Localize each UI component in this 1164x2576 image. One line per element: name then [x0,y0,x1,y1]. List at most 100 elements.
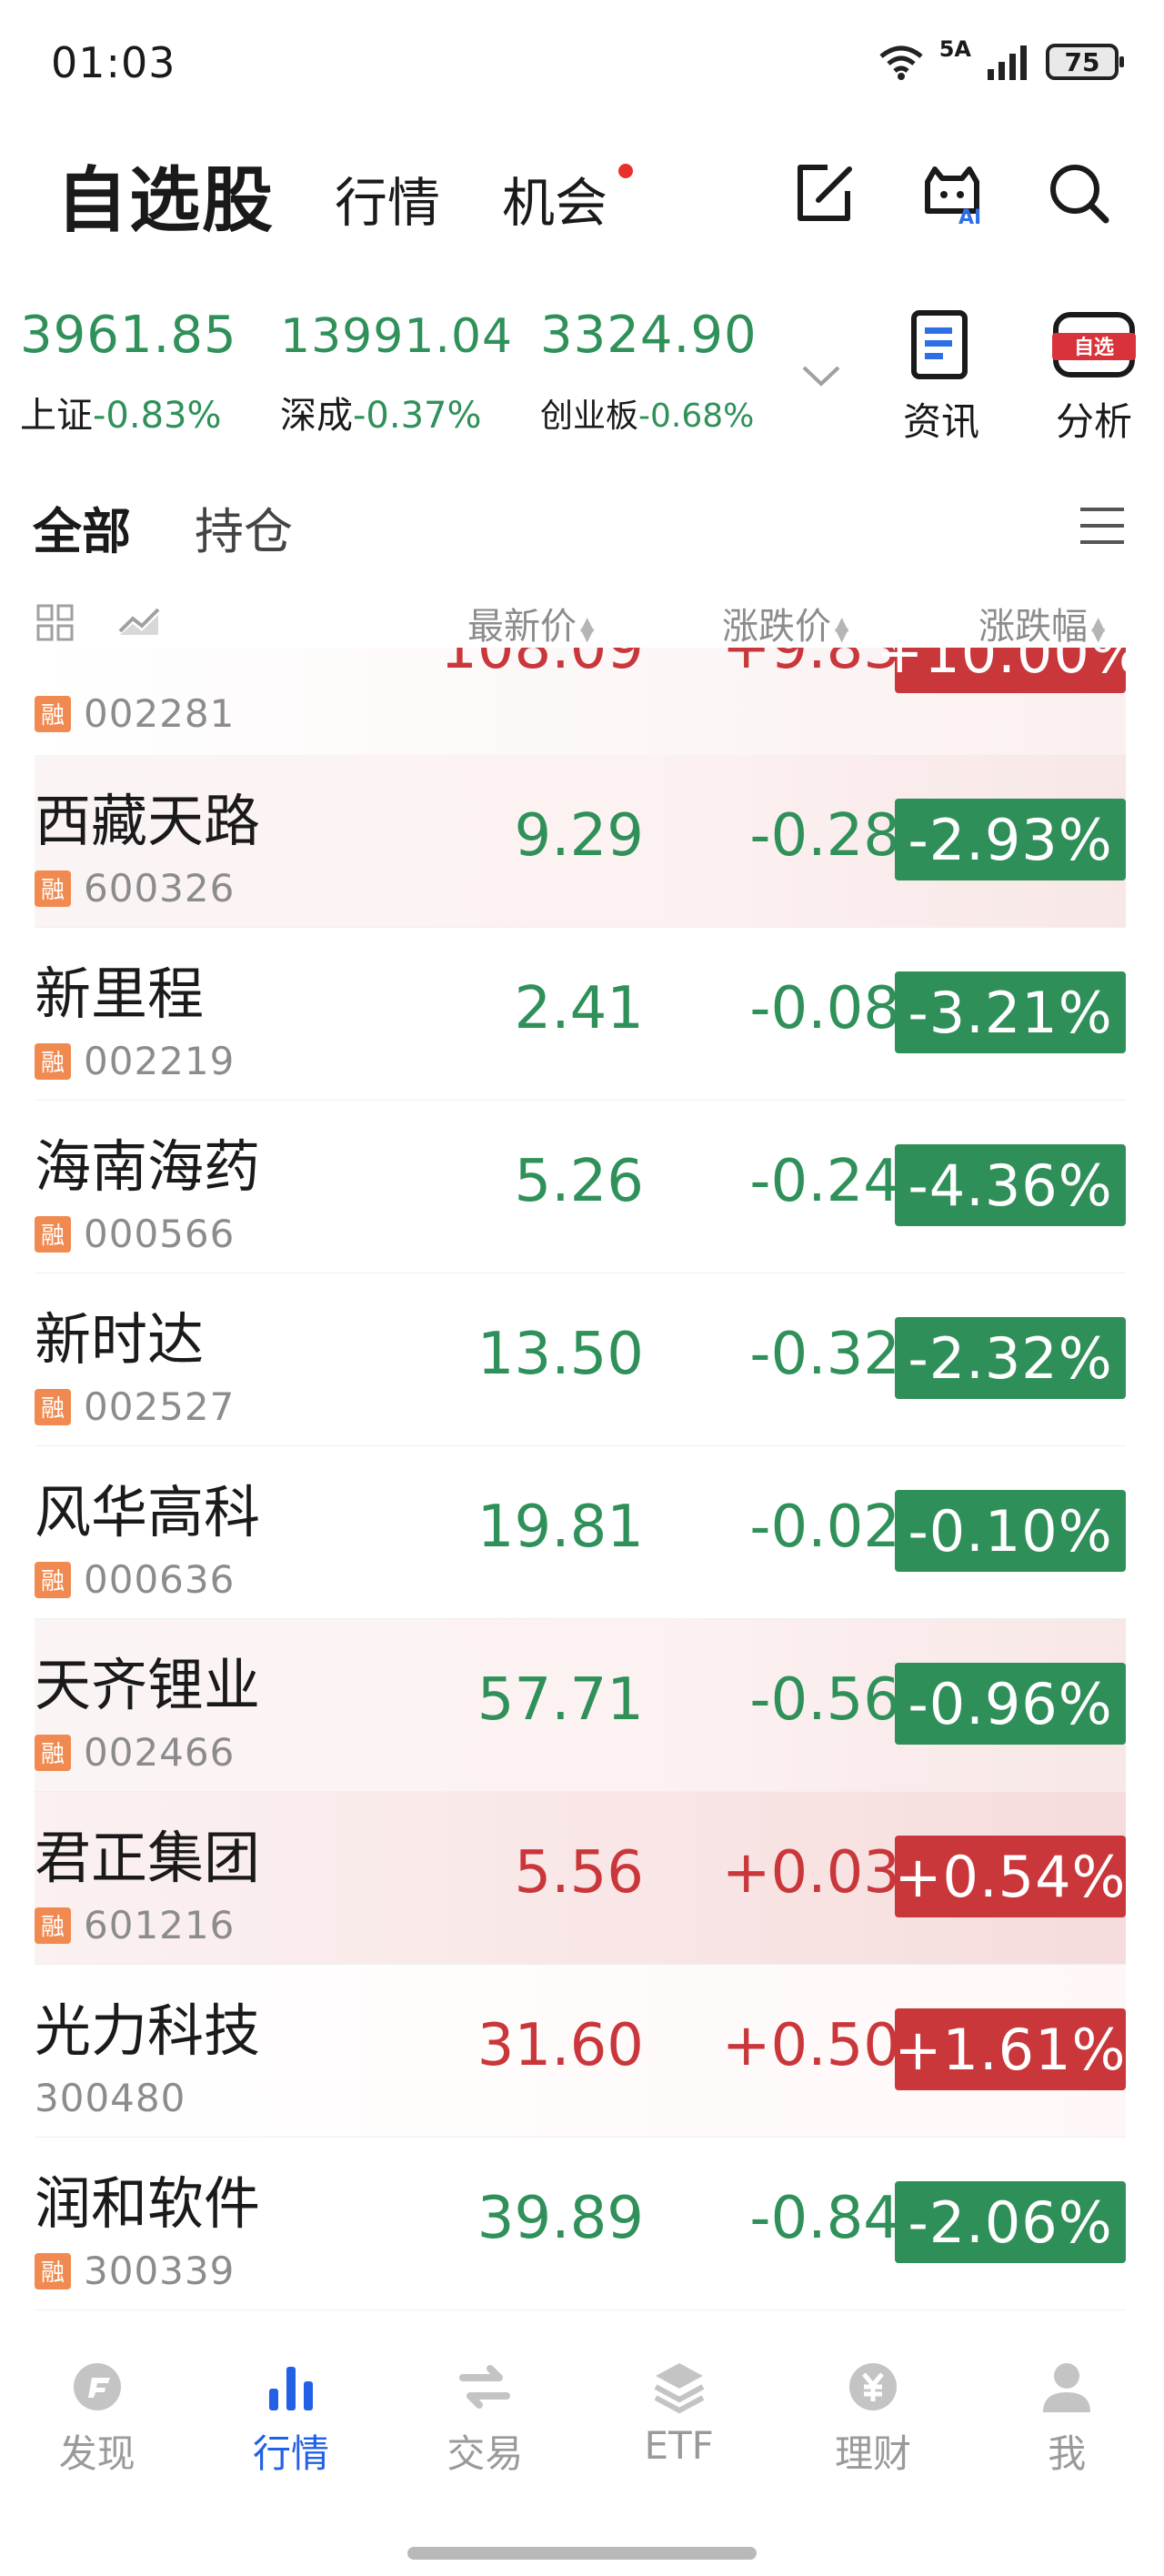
stock-change: -0.02 [749,1494,900,1561]
stock-pct: -4.36% [895,1144,1126,1226]
table-row[interactable]: 润和软件 融 300339 39.89 -0.84 -2.06% [35,2138,1126,2310]
edit-icon[interactable] [791,160,858,227]
stock-change: -0.84 [749,2185,900,2252]
stock-change: -0.32 [749,1321,900,1388]
stock-change: -0.24 [749,1148,900,1215]
status-time: 01:03 [51,38,176,87]
column-price-label: 最新价 [467,606,577,648]
stock-name: 君正集团 [35,1825,261,1891]
stock-code: 002219 [84,1039,236,1083]
trade-arrows-icon [459,2365,511,2409]
nav-profile[interactable]: 我 [970,2343,1164,2489]
table-row[interactable]: 风华高科 融 000636 19.81 -0.02 -0.10% [35,1446,1126,1619]
menu-icon[interactable] [1079,506,1126,546]
nav-etf[interactable]: ETF [582,2343,776,2489]
index-label-chinext[interactable]: 创业板-0.68% [540,389,754,437]
chevron-down-icon[interactable] [800,362,842,389]
stock-price: 2.41 [514,975,645,1042]
table-row[interactable]: 新时达 融 002527 13.50 -0.32 -2.32% [35,1273,1126,1446]
trend-view-icon[interactable] [118,604,162,637]
stock-code: 600326 [84,866,236,911]
index-change: -0.37% [353,395,482,437]
ai-robot-icon[interactable]: AI [918,160,986,227]
margin-badge: 融 [35,1215,71,1253]
column-price[interactable]: 最新价 ▲ ▼ [467,597,594,649]
network-label: 5A [938,36,971,62]
column-pct[interactable]: 涨跌幅 ▲ ▼ [978,597,1105,649]
index-value-chinext[interactable]: 3324.90 [540,306,758,365]
stock-code: 002281 [84,691,236,736]
table-row-partial[interactable]: 融 002281 108.09 +9.83 +10.00% [35,648,1126,756]
stock-name: 润和软件 [35,2170,261,2237]
nav-etf-label: ETF [644,2423,714,2468]
table-row[interactable]: 光力科技 300480 31.60 +0.50 +1.61% [35,1965,1126,2138]
news-button[interactable]: 资讯 [891,309,991,447]
nav-trade[interactable]: 交易 [388,2343,582,2489]
stock-code: 601216 [84,1903,236,1947]
margin-badge: 融 [35,1388,71,1425]
column-change[interactable]: 涨跌价 ▲ ▼ [722,597,848,649]
tab-opportunity[interactable]: 机会 [502,160,607,236]
grid-view-icon[interactable] [36,604,75,642]
stock-code: 300480 [35,2076,186,2120]
profile-icon [1043,2363,1091,2412]
nav-profile-label: 我 [1048,2431,1087,2476]
nav-wealth-label: 理财 [834,2431,911,2476]
search-icon[interactable] [1046,160,1113,227]
index-name: 创业板 [540,397,639,435]
stock-price: 5.26 [514,1148,645,1215]
analysis-button[interactable]: 自选 分析 [1044,309,1144,447]
stock-name: 风华高科 [35,1479,261,1545]
page-title[interactable]: 自选股 [56,144,275,246]
tab-all[interactable]: 全部 [33,491,131,563]
stock-change: -0.08 [749,975,900,1042]
stock-pct: +10.00% [876,648,1126,693]
margin-badge: 融 [35,1734,71,1771]
stock-name: 西藏天路 [35,788,261,854]
svg-text:AI: AI [958,206,981,227]
battery-level: 75 [1064,46,1100,77]
nav-market[interactable]: 行情 [194,2343,387,2489]
analysis-label: 分析 [1055,399,1132,444]
news-label: 资讯 [902,399,979,444]
stock-name: 光力科技 [35,1997,261,2064]
stock-code: 000636 [84,1557,236,1602]
nav-wealth[interactable]: 理财 [776,2343,969,2489]
margin-badge: 融 [35,2252,71,2289]
etf-layers-icon [654,2363,705,2414]
stock-code: 000566 [84,1212,236,1256]
nav-discover[interactable]: 发现 [0,2343,194,2489]
table-row[interactable]: 西藏天路 融 600326 9.29 -0.28 -2.93% [35,755,1126,928]
analysis-badge-icon: 自选 [1052,312,1136,377]
nav-trade-label: 交易 [447,2431,524,2476]
notification-dot [618,164,633,178]
sort-icon: ▲ ▼ [835,612,849,645]
discover-icon [73,2363,121,2410]
stock-name: 新时达 [35,1306,205,1373]
table-row[interactable]: 新里程 融 002219 2.41 -0.08 -3.21% [35,928,1126,1101]
margin-badge: 融 [35,1907,71,1944]
stock-change: -0.56 [749,1666,900,1734]
tab-market[interactable]: 行情 [335,160,440,236]
index-value-shanghai[interactable]: 3961.85 [20,306,237,365]
index-value-shenzhen[interactable]: 13991.04 [280,309,513,364]
analysis-badge-text: 自选 [1074,336,1114,359]
stock-price: 108.09 [440,648,644,682]
table-row[interactable]: 海南海药 融 000566 5.26 -0.24 -4.36% [35,1101,1126,1273]
stock-pct: -2.06% [895,2181,1126,2263]
signal-icon [988,45,1027,80]
stock-pct: -0.96% [895,1663,1126,1745]
battery-icon: 75 [1046,44,1124,80]
table-row[interactable]: 君正集团 融 601216 5.56 +0.03 +0.54% [35,1792,1126,1965]
table-row[interactable]: 天齐锂业 融 002466 57.71 -0.56 -0.96% [35,1619,1126,1792]
index-label-shenzhen[interactable]: 深成-0.37% [280,386,482,438]
market-chart-icon [268,2367,313,2410]
home-indicator[interactable] [407,2547,757,2560]
stock-price: 39.89 [477,2185,644,2252]
stock-change: +0.03 [721,1839,900,1907]
tab-holdings[interactable]: 持仓 [195,491,293,563]
index-name: 上证 [20,395,93,437]
stock-price: 13.50 [477,1321,644,1388]
index-label-shanghai[interactable]: 上证-0.83% [20,386,222,438]
column-pct-label: 涨跌幅 [978,606,1088,648]
